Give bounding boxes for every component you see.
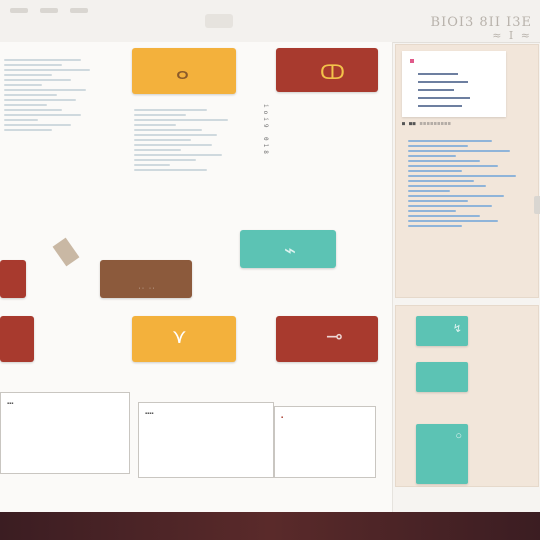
toolbar-tab[interactable] bbox=[70, 8, 88, 13]
design-card[interactable] bbox=[0, 316, 34, 362]
tag-icon: ↯ bbox=[452, 323, 462, 335]
brand-line-2: ≈ I ≈ bbox=[492, 29, 532, 43]
panel-toolbar[interactable]: ■ ■■ ≡≡≡≡≡≡≡≡≡ bbox=[402, 121, 451, 127]
panel-collapse-handle[interactable] bbox=[534, 196, 540, 214]
design-card[interactable]: ⋎ bbox=[132, 316, 236, 362]
ribbon-icon: ⴰ bbox=[176, 62, 189, 84]
design-card[interactable]: ⴰ bbox=[132, 48, 236, 94]
frame-label: ▪▪▪▪ bbox=[145, 411, 154, 417]
tag-icon: ○ bbox=[455, 430, 462, 442]
screen: BIOI3 8II I3E ≈ I ≈ ioi9 018 ⴰ ↀ ·· ·· ⌁… bbox=[0, 0, 540, 528]
design-card[interactable]: ·· ·· bbox=[100, 260, 192, 298]
tag-icon: ⊸ bbox=[326, 326, 343, 348]
note-card[interactable] bbox=[402, 51, 506, 117]
toolbar-tab[interactable] bbox=[40, 8, 58, 13]
sketch-notes bbox=[4, 56, 100, 134]
ribbon-icon: ↀ bbox=[320, 62, 345, 84]
taskbar bbox=[0, 512, 540, 540]
sketch-notes bbox=[134, 106, 238, 174]
design-card[interactable]: ↀ bbox=[276, 48, 378, 92]
design-canvas[interactable]: ioi9 018 ⴰ ↀ ·· ·· ⌁ ⋎ ⊸ ▪▪▪ ▪▪▪▪ ▪ bbox=[0, 42, 393, 528]
asset-card[interactable]: ↯ bbox=[416, 316, 468, 346]
design-card[interactable]: ⊸ bbox=[276, 316, 378, 362]
asset-card[interactable] bbox=[416, 362, 468, 392]
app-brand: BIOI3 8II I3E ≈ I ≈ bbox=[430, 15, 532, 43]
asset-card[interactable]: ○ bbox=[416, 424, 468, 484]
ribbon-icon: ⋎ bbox=[172, 326, 187, 348]
vertical-label: ioi9 018 bbox=[262, 104, 269, 157]
toolbar-slot[interactable] bbox=[205, 14, 233, 28]
inspector-panel: ■ ■■ ≡≡≡≡≡≡≡≡≡ bbox=[395, 44, 539, 298]
code-block bbox=[408, 137, 528, 230]
assets-panel: ↯ ○ bbox=[395, 305, 539, 487]
frame-label: ▪▪▪ bbox=[7, 401, 14, 407]
frame-box[interactable]: ▪▪▪▪ bbox=[138, 402, 274, 478]
frame-box[interactable]: ▪▪▪ bbox=[0, 392, 130, 474]
card-caption: ·· ·· bbox=[138, 286, 156, 292]
toolbar-tab[interactable] bbox=[10, 8, 28, 13]
design-card[interactable]: ⌁ bbox=[240, 230, 336, 268]
frame-box[interactable]: ▪ bbox=[274, 406, 376, 478]
design-card[interactable] bbox=[0, 260, 26, 298]
note-marker-icon bbox=[410, 59, 414, 63]
tag-icon: ⌁ bbox=[284, 240, 297, 262]
frame-label: ▪ bbox=[281, 415, 284, 421]
pencil-icon bbox=[52, 237, 80, 267]
brand-line-1: BIOI3 8II I3E bbox=[430, 15, 532, 30]
top-toolbar: BIOI3 8II I3E ≈ I ≈ bbox=[0, 0, 540, 43]
